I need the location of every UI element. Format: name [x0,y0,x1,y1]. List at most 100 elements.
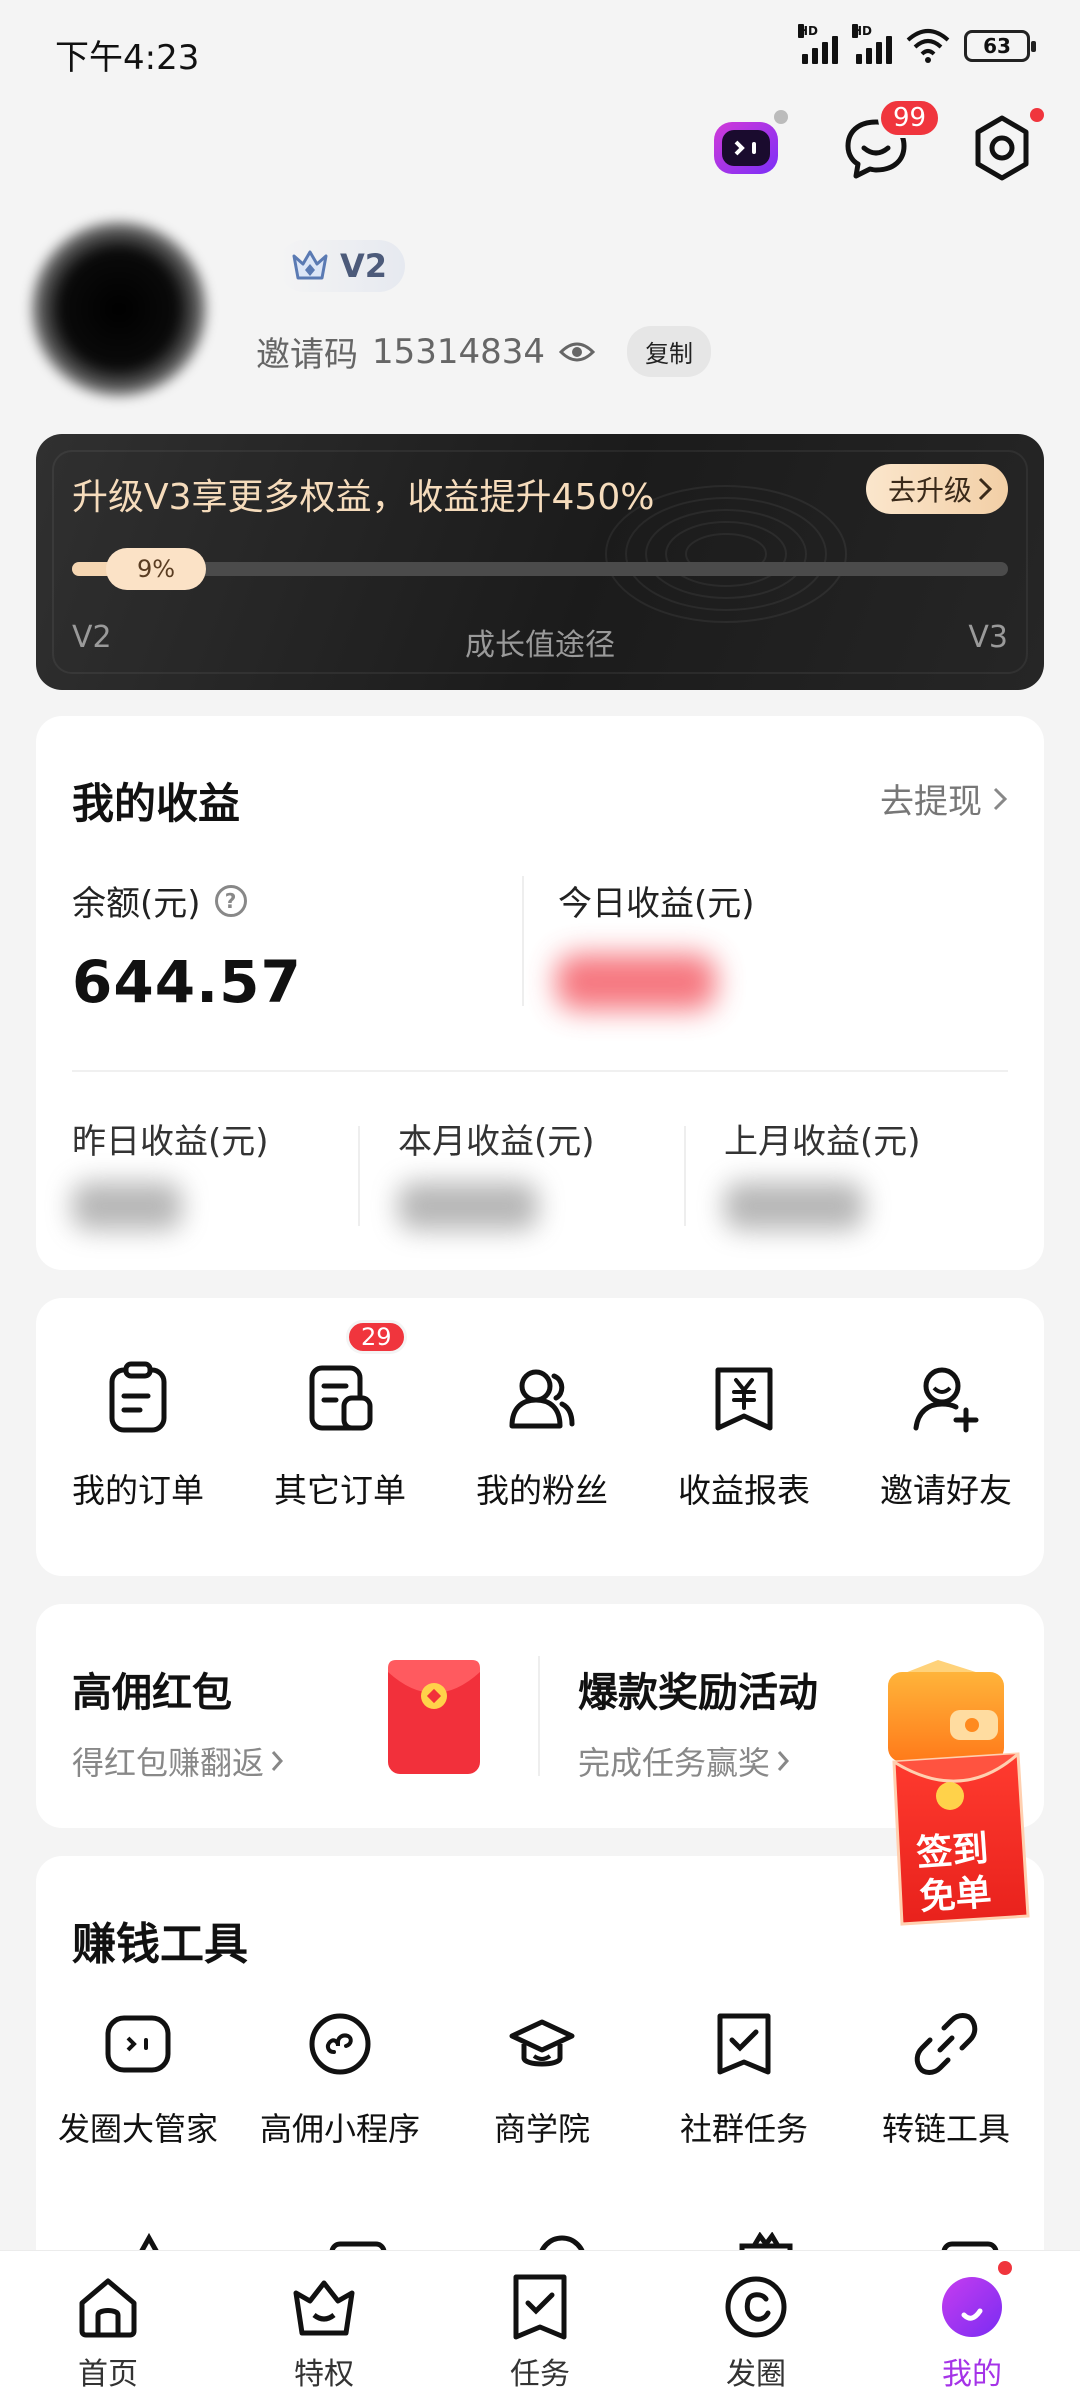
month-earnings-label: 本月收益(元) [398,1122,595,1162]
yuan-report-icon [704,1358,784,1438]
tool-community-task[interactable]: 社群任务 [644,2008,844,2150]
quick-label: 我的粉丝 [476,1471,608,1510]
home-icon [72,2271,144,2343]
tool-business-school[interactable]: 商学院 [442,2008,642,2150]
withdraw-label: 去提现 [880,782,982,822]
yesterday-earnings-label: 昨日收益(元) [72,1122,269,1162]
tools-title: 赚钱工具 [72,1919,248,1970]
copy-button[interactable]: 复制 [627,326,712,377]
promo-right-subtitle: 完成任务赢奖 [578,1744,771,1782]
promo-left-subtitle: 得红包赚翻返 [72,1744,265,1782]
quick-invite-friends[interactable]: 邀请好友 [846,1358,1046,1512]
other-orders-icon: 29 [300,1320,407,1438]
tool-label: 转链工具 [881,2110,1010,2148]
level-badge[interactable]: V2 [278,240,406,292]
balance-label: 余额(元) [72,884,201,924]
upgrade-banner[interactable]: 升级V3享更多权益，收益提升450% 去升级 9% V2 成长值途径 V3 [36,434,1044,690]
progress-track [72,562,1008,576]
invite-code-row: 邀请码 15314834 复制 [256,326,712,377]
divider [684,1126,686,1226]
level-text: V2 [340,247,388,285]
messages-button[interactable]: 99 [840,98,942,184]
wifi-icon [906,29,950,63]
nav-label: 我的 [942,2357,1002,2392]
nav-mine[interactable]: 我的 [892,2261,1052,2393]
sign-in-free-order-float[interactable]: 签到 免单 [878,1654,1038,1932]
nav-circle[interactable]: 发圈 [676,2271,836,2393]
tool-label: 商学院 [493,2110,590,2148]
avatar[interactable] [28,218,210,400]
mini-program-icon [309,2013,371,2075]
red-envelope-icon [386,1658,482,1780]
tool-link-converter[interactable]: 转链工具 [846,2008,1046,2150]
promo-left[interactable]: 高佣红包 得红包赚翻返 [72,1660,284,1784]
task-check-icon [717,2013,771,2075]
status-icons: HD HD 63 [798,24,1036,64]
withdraw-link[interactable]: 去提现 [880,774,1008,823]
profile-icon [936,2261,1012,2343]
quick-my-fans[interactable]: 我的粉丝 [442,1358,642,1512]
fans-icon [502,1358,582,1438]
chevron-right-icon [978,477,993,501]
chevron-right-icon [271,1751,284,1771]
promo-right-title: 爆款奖励活动 [578,1670,818,1716]
task-icon [504,2271,576,2343]
signal-icon-2: HD [852,24,892,64]
gear-icon [975,115,1029,181]
last-month-earnings-label: 上月收益(元) [724,1122,921,1162]
nav-privilege[interactable]: 特权 [244,2271,404,2393]
last-month-value-blurred [724,1182,864,1230]
progress-knob: 9% [106,548,206,590]
earnings-title: 我的收益 [72,779,241,828]
status-time: 下午4:23 [55,38,200,78]
quick-other-orders[interactable]: 29 其它订单 [240,1320,440,1512]
promo-left-title: 高佣红包 [72,1670,232,1716]
tool-circle-manager[interactable]: 发圈大管家 [38,2008,238,2150]
divider [72,1070,1008,1072]
quick-actions-card: 我的订单 29 其它订单 我的粉丝 收益报表 邀请好友 [36,1298,1044,1576]
message-badge: 99 [878,98,942,138]
sign-in-text: 签到 免单 [915,1828,993,1919]
nav-label: 发圈 [726,2357,786,2392]
today-earnings-value-blurred [556,954,716,1010]
nav-tasks[interactable]: 任务 [460,2271,620,2393]
settings-button[interactable] [966,108,1044,184]
next-level-label: V3 [968,620,1008,655]
chevron-right-icon [777,1751,790,1771]
month-value-blurred [398,1182,538,1230]
circle-icon [720,2271,792,2343]
divider [358,1126,360,1226]
link-icon [914,2013,978,2075]
growth-path-link[interactable]: 成长值途径 [36,620,1044,664]
quick-label: 我的订单 [72,1471,204,1510]
tool-label: 高佣小程序 [259,2110,420,2148]
upgrade-button[interactable]: 去升级 [865,464,1008,514]
crown-icon [292,250,328,280]
upgrade-title: 升级V3享更多权益，收益提升450% [72,477,655,518]
balance-value: 644.57 [72,948,302,1016]
eye-icon[interactable] [559,340,596,364]
nav-home[interactable]: 首页 [28,2271,188,2393]
robot-icon [714,122,778,174]
bottom-nav: 首页 特权 任务 发圈 我的 [0,2250,1080,2400]
invite-friend-icon [906,1358,986,1438]
divider [538,1656,540,1776]
promo-left-subtitle-row: 得红包赚翻返 [72,1738,284,1784]
quick-earnings-report[interactable]: 收益报表 [644,1358,844,1512]
help-icon[interactable]: ? [214,884,247,917]
crown-bag-icon [288,2271,360,2343]
tool-mini-program[interactable]: 高佣小程序 [240,2008,440,2150]
promo-right[interactable]: 爆款奖励活动 完成任务赢奖 [578,1660,818,1784]
upgrade-button-label: 去升级 [887,474,972,507]
balance-label-row: 余额(元) ? [72,876,247,925]
robot-assistant-button[interactable] [710,110,788,184]
nav-label: 首页 [78,2357,138,2392]
tool-label: 发圈大管家 [57,2110,218,2148]
promo-right-subtitle-row: 完成任务赢奖 [578,1738,818,1784]
other-orders-badge: 29 [346,1320,407,1354]
nav-label: 任务 [510,2357,570,2392]
quick-label: 收益报表 [678,1471,810,1510]
yesterday-value-blurred [72,1182,182,1230]
earnings-card: 我的收益 去提现 余额(元) ? 644.57 今日收益(元) 昨日收益(元) … [36,716,1044,1270]
quick-my-orders[interactable]: 我的订单 [38,1358,238,1512]
